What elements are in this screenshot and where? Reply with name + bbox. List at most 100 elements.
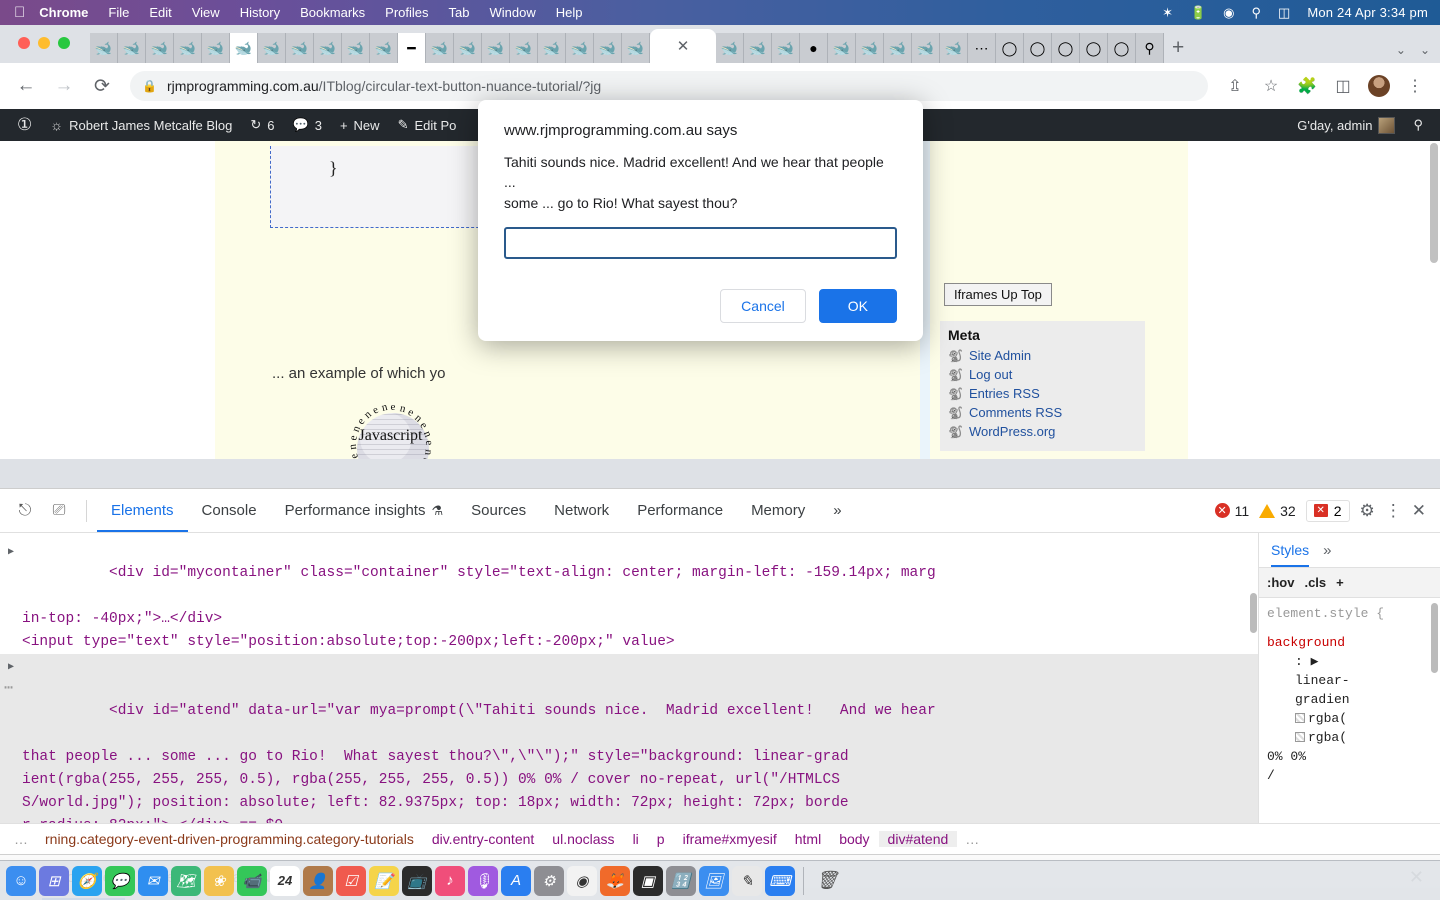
device-toolbar-icon[interactable]: ⎚ — [42, 496, 76, 526]
styles-rule-block[interactable]: element.style { background : ▶ linear- g… — [1259, 598, 1440, 791]
browser-tab[interactable]: 🐋 — [856, 33, 884, 63]
macos-dock[interactable]: ☺ ⊞ 🧭 💬 ✉ 🗺 ❀ 📹 24 👤 ☑ 📝 📺 ♪ 🎙 A ⚙ ◉ 🦊 ▣ 🔢 🖼 ✎ ⌨ 🗑 — [0, 860, 1440, 900]
dom-line-selected[interactable]: S/world.jpg"); position: absolute; left:… — [0, 792, 1258, 815]
log-out-link[interactable]: Log out — [969, 367, 1012, 382]
expand-triangle-icon[interactable]: ▶ — [8, 541, 14, 564]
list-item[interactable]: 🐒 Comments RSS — [948, 403, 1137, 422]
dom-line-selected[interactable]: ient(rgba(255, 255, 255, 0.5), rgba(255,… — [0, 769, 1258, 792]
browser-tab[interactable]: ◯ — [1024, 33, 1052, 63]
dock-item-textedit[interactable]: ✎ — [732, 865, 762, 896]
breadcrumb-item-selected[interactable]: div#atend — [878, 831, 958, 847]
dock-item-tv[interactable]: 📺 — [402, 865, 432, 896]
dock-item-music[interactable]: ♪ — [435, 865, 465, 896]
comments-rss-link[interactable]: Comments RSS — [969, 405, 1062, 420]
page-scrollbar[interactable] — [1430, 143, 1438, 263]
breadcrumb-item[interactable]: iframe#xmyesif — [674, 831, 786, 847]
dock-item-notes[interactable]: 📝 — [369, 865, 399, 896]
tab-styles[interactable]: Styles — [1271, 533, 1309, 567]
dock-item-appstore[interactable]: A — [501, 865, 531, 896]
comments-item[interactable]: 💬 3 — [284, 109, 331, 141]
dock-item-finder[interactable]: ☺ — [6, 865, 36, 896]
tab-strip-controls[interactable]: ⌄ ⌄ — [1396, 43, 1430, 57]
browser-tab[interactable]: 🐋 — [940, 33, 968, 63]
color-swatch-icon[interactable] — [1295, 732, 1305, 742]
breadcrumb-overflow[interactable]: … — [957, 831, 987, 847]
breadcrumb-item[interactable]: rning.category-event-driven-programming.… — [36, 831, 423, 847]
gear-icon[interactable]: ⚙ — [1360, 501, 1375, 521]
breadcrumb-item[interactable]: html — [786, 831, 830, 847]
dom-line[interactable]: in-top: -40px;">…</div> — [0, 608, 1258, 631]
menu-item-help[interactable]: Help — [556, 5, 583, 20]
browser-tab[interactable]: 🐋 — [314, 33, 342, 63]
dock-item-settings[interactable]: ⚙ — [534, 865, 564, 896]
breadcrumb-overflow[interactable]: … — [6, 831, 36, 847]
tab-performance-insights[interactable]: Performance insights ⚗ — [271, 489, 458, 532]
dock-item-preview[interactable]: 🖼 — [699, 865, 729, 896]
more-tabs-button[interactable]: » — [819, 489, 855, 532]
warning-count-badge[interactable]: 32 — [1259, 503, 1296, 519]
wifi-icon[interactable]: ◉ — [1223, 5, 1234, 21]
browser-tab[interactable]: 🐋 — [146, 33, 174, 63]
dom-tree-scrollbar[interactable] — [1250, 593, 1257, 633]
account-item[interactable]: G'day, admin — [1288, 109, 1404, 141]
browser-tab[interactable]: 🐋 — [510, 33, 538, 63]
browser-tab[interactable]: 🐋 — [716, 33, 744, 63]
breadcrumb-item[interactable]: ul.noclass — [543, 831, 623, 847]
tab-memory[interactable]: Memory — [737, 489, 819, 532]
list-item[interactable]: 🐒 WordPress.org — [948, 422, 1137, 441]
bluetooth-icon[interactable]: ✶ — [1162, 5, 1173, 21]
add-rule-button[interactable]: + — [1336, 575, 1344, 590]
close-window-button[interactable] — [18, 37, 30, 49]
browser-tab[interactable]: 🐋 — [286, 33, 314, 63]
dock-item-reminders[interactable]: ☑ — [336, 865, 366, 896]
close-icon[interactable]: ✕ — [1412, 501, 1426, 521]
overflow-dots-icon[interactable]: ⋯ — [4, 677, 13, 700]
tab-performance[interactable]: Performance — [623, 489, 737, 532]
browser-tab[interactable]: 🐋 — [744, 33, 772, 63]
color-swatch-icon[interactable] — [1295, 713, 1305, 723]
menu-item-profiles[interactable]: Profiles — [385, 5, 428, 20]
cancel-button[interactable]: Cancel — [720, 288, 806, 323]
hov-filter-button[interactable]: :hov — [1267, 575, 1294, 590]
browser-tab[interactable]: ◯ — [1052, 33, 1080, 63]
styles-more-tabs[interactable]: » — [1323, 542, 1331, 559]
tab-search-icon[interactable]: ⌄ — [1396, 43, 1406, 57]
dom-line-selected[interactable]: ⋯ ▶ <div id="atend" data-url="var mya=pro… — [0, 654, 1258, 746]
updates-item[interactable]: ↻ 6 — [241, 109, 283, 141]
breadcrumb-item[interactable]: body — [830, 831, 878, 847]
dock-item-firefox[interactable]: 🦊 — [600, 865, 630, 896]
dock-item-photos[interactable]: ❀ — [204, 865, 234, 896]
inspect-element-icon[interactable]: ⎋ — [8, 496, 42, 526]
browser-tab[interactable]: 🐋 — [230, 33, 258, 63]
share-icon[interactable]: ⇫ — [1220, 71, 1250, 101]
kebab-menu-icon[interactable]: ⋮ — [1400, 71, 1430, 101]
kebab-menu-icon[interactable]: ⋮ — [1385, 501, 1402, 521]
dom-line[interactable]: <input type="text" style="position:absol… — [0, 631, 1258, 654]
issue-count-badge[interactable]: ✕ 2 — [1305, 499, 1350, 522]
browser-tab[interactable]: 🐋 — [118, 33, 146, 63]
browser-tab[interactable]: 🐋 — [884, 33, 912, 63]
dialog-prompt-input[interactable] — [504, 226, 897, 259]
dock-item-vscode[interactable]: ⌨ — [765, 865, 795, 896]
dock-item-mail[interactable]: ✉ — [138, 865, 168, 896]
browser-tab[interactable]: ● — [800, 33, 828, 63]
dock-item-contacts[interactable]: 👤 — [303, 865, 333, 896]
browser-tab[interactable]: 🐋 — [538, 33, 566, 63]
dock-item-terminal[interactable]: ▣ — [633, 865, 663, 896]
browser-tab[interactable]: 🐋 — [454, 33, 482, 63]
breadcrumb-item[interactable]: li — [624, 831, 648, 847]
browser-tab[interactable]: ◯ — [1080, 33, 1108, 63]
cls-filter-button[interactable]: .cls — [1304, 575, 1326, 590]
browser-tab[interactable]: ◯ — [1108, 33, 1136, 63]
browser-tab[interactable]: 🐋 — [174, 33, 202, 63]
new-content-item[interactable]: + New — [331, 109, 389, 141]
browser-tab[interactable]: 🐋 — [622, 33, 650, 63]
menu-item-tab[interactable]: Tab — [449, 5, 470, 20]
expand-triangle-icon[interactable]: ▶ — [8, 656, 14, 679]
browser-tab[interactable]: ⚲ — [1136, 33, 1164, 63]
extensions-icon[interactable]: 🧩 — [1292, 71, 1322, 101]
profile-avatar[interactable] — [1364, 71, 1394, 101]
dock-item-podcasts[interactable]: 🎙 — [468, 865, 498, 896]
dom-line-selected[interactable]: that people ... some ... go to Rio! What… — [0, 746, 1258, 769]
ok-button[interactable]: OK — [818, 288, 897, 323]
